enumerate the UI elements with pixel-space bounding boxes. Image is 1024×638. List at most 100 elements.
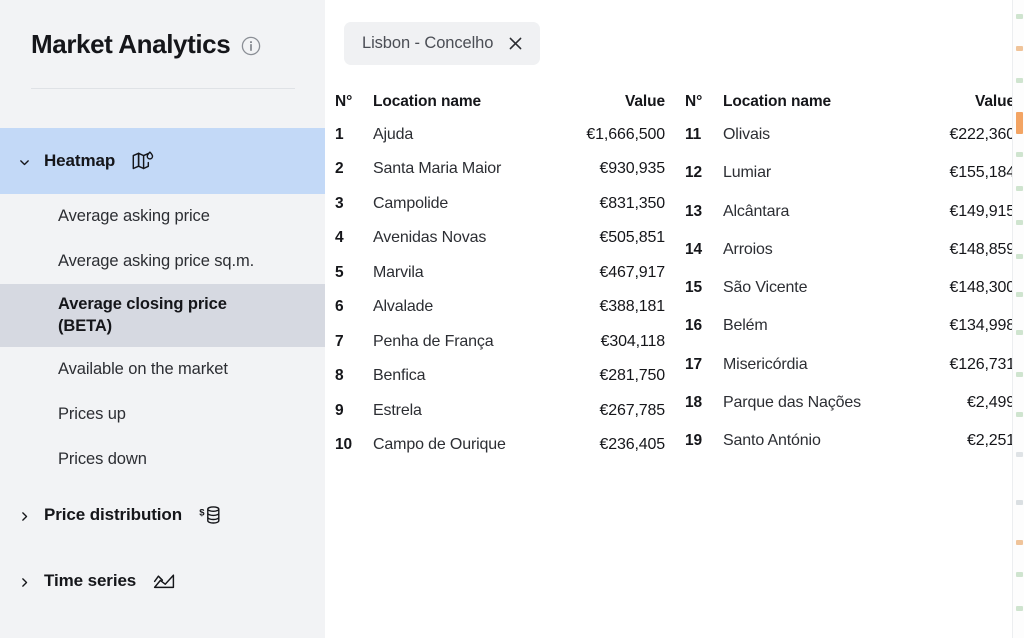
row-number: 15 [685, 279, 702, 297]
table-row: 16 Belém €134,998 [685, 316, 1015, 354]
sidebar-item-average-asking-price-sqm[interactable]: Average asking price sq.m. [0, 239, 325, 284]
sidebar-item-label: Prices up [58, 405, 126, 424]
row-number: 14 [685, 240, 702, 258]
row-value: €1,666,500 [586, 126, 665, 143]
sidebar-group-heatmap[interactable]: Heatmap [0, 127, 325, 194]
row-location: Lumiar [723, 164, 772, 182]
row-value: €281,750 [599, 367, 665, 385]
row-location: Penha de França [373, 332, 494, 350]
table-row: 17 Misericórdia €126,731 [685, 355, 1015, 393]
row-value: €505,851 [599, 229, 665, 247]
table-row: 8 Benfica €281,750 [335, 366, 665, 400]
sidebar-header: Market Analytics [0, 0, 325, 89]
sidebar-item-label: Average asking price sq.m. [58, 252, 255, 271]
coin-stack-dollar-icon: $ [198, 503, 222, 527]
close-x-icon[interactable] [508, 36, 523, 51]
table-row: 10 Campo de Ourique €236,405 [335, 435, 665, 469]
row-location: Alvalade [373, 298, 434, 316]
sidebar-item-average-asking-price[interactable]: Average asking price [0, 194, 325, 239]
row-location: Arroios [723, 240, 773, 258]
title-row: Market Analytics [31, 29, 295, 60]
edge-marker [1016, 46, 1023, 51]
table-header-row: N° Location name Value [335, 93, 665, 125]
table-row: 3 Campolide €831,350 [335, 194, 665, 228]
row-location: Campo de Ourique [373, 436, 506, 454]
sidebar-item-label: Prices down [58, 450, 147, 469]
sidebar-item-label: Average closing price (BETA) [58, 295, 227, 336]
row-number: 11 [685, 126, 702, 143]
edge-marker [1016, 14, 1023, 19]
sidebar-group-label: Price distribution [44, 504, 182, 524]
sidebar-item-available-on-the-market[interactable]: Available on the market [0, 347, 325, 392]
table-row: 1 Ajuda €1,666,500 [335, 125, 665, 159]
row-value: €236,405 [599, 436, 665, 454]
chevron-down-icon [19, 155, 30, 166]
row-number: 7 [335, 332, 344, 350]
table-row: 7 Penha de França €304,118 [335, 332, 665, 366]
ranking-table-right: N° Location name Value 11 Olivais €222,3… [685, 93, 1015, 470]
row-number: 12 [685, 164, 702, 182]
row-value: €148,859 [949, 240, 1015, 258]
row-value: €222,360 [949, 126, 1015, 143]
row-value: €2,251 [966, 432, 1015, 450]
row-location: Parque das Nações [723, 394, 861, 412]
sidebar-item-prices-down[interactable]: Prices down [0, 437, 325, 482]
header-divider [31, 87, 295, 89]
filter-chips-bar: Lisbon - Concelho [325, 0, 1024, 65]
sidebar-item-label: Average asking price [58, 207, 210, 226]
row-location: Estrela [373, 401, 422, 419]
table-header-row: N° Location name Value [685, 93, 1015, 125]
row-location: Olivais [723, 126, 770, 143]
edge-marker [1016, 412, 1023, 417]
sidebar-group-price-distribution[interactable]: Price distribution $ [0, 482, 325, 548]
edge-marker [1016, 500, 1023, 505]
table-row: 13 Alcântara €149,915 [685, 202, 1015, 240]
edge-marker [1016, 540, 1023, 545]
table-row: 2 Santa Maria Maior €930,935 [335, 159, 665, 193]
edge-marker [1016, 78, 1023, 83]
table-row: 18 Parque das Nações €2,499 [685, 393, 1015, 431]
table-body-left: 1 Ajuda €1,666,500 2 Santa Maria Maior €… [335, 125, 665, 470]
sidebar: Market Analytics Heatmap Average asking … [0, 0, 325, 638]
table-row: 14 Arroios €148,859 [685, 240, 1015, 278]
edge-marker [1016, 254, 1023, 259]
row-number: 1 [335, 126, 344, 143]
sidebar-group-label: Time series [44, 570, 137, 590]
edge-marker [1016, 372, 1023, 377]
filter-chip-location[interactable]: Lisbon - Concelho [344, 22, 541, 65]
row-value: €267,785 [599, 401, 665, 419]
table-row: 6 Alvalade €388,181 [335, 297, 665, 331]
sidebar-group-time-series[interactable]: Time series [0, 548, 325, 614]
row-location: Marvila [373, 263, 424, 281]
sidebar-nav: Heatmap Average asking price Average ask… [0, 127, 325, 614]
ranking-table-left: N° Location name Value 1 Ajuda €1,666,50… [335, 93, 665, 470]
row-value: €467,917 [599, 263, 665, 281]
row-number: 19 [685, 432, 702, 450]
row-number: 4 [335, 229, 344, 247]
row-number: 5 [335, 263, 344, 281]
sidebar-item-prices-up[interactable]: Prices up [0, 392, 325, 437]
row-number: 16 [685, 317, 702, 335]
row-value: €134,998 [949, 317, 1015, 335]
sidebar-item-average-closing-price-beta[interactable]: Average closing price (BETA) [0, 283, 325, 347]
row-value: €126,731 [949, 355, 1015, 373]
sidebar-group-label: Heatmap [44, 150, 116, 170]
table-row: 5 Marvila €467,917 [335, 263, 665, 297]
area-chart-icon [152, 569, 176, 593]
sidebar-item-label: Available on the market [58, 360, 228, 379]
market-analytics-app: Market Analytics Heatmap Average asking … [0, 0, 1024, 638]
edge-marker [1016, 292, 1023, 297]
table-body-right: 11 Olivais €222,360 12 Lumiar €155,184 1… [685, 125, 1015, 470]
row-location: Santo António [723, 432, 821, 450]
row-location: Misericórdia [723, 355, 808, 373]
row-value: €155,184 [949, 164, 1015, 182]
column-header-number: N° [335, 93, 353, 110]
edge-marker [1016, 152, 1023, 157]
row-number: 3 [335, 194, 344, 212]
info-circle-icon[interactable] [241, 36, 261, 56]
chevron-right-icon [19, 509, 30, 522]
main-content: Lisbon - Concelho N° Location name Value [325, 0, 1024, 638]
edge-marker [1016, 452, 1023, 457]
svg-text:$: $ [199, 507, 205, 518]
row-location: Ajuda [373, 126, 414, 143]
